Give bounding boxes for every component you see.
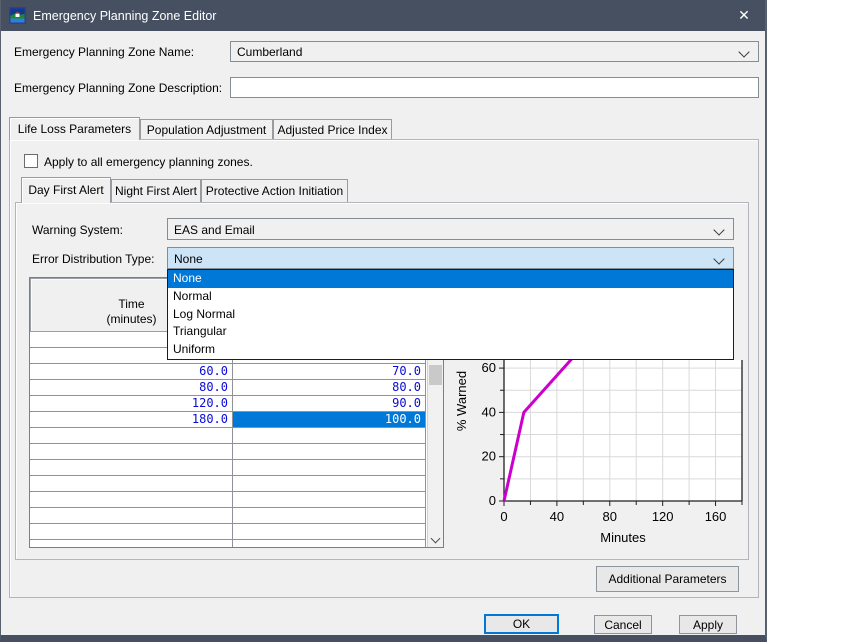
y-tick-label: 60 (482, 360, 496, 375)
table-row: 180.0100.0 (30, 412, 426, 428)
error-distribution-label: Error Distribution Type: (32, 252, 155, 266)
table-cell[interactable] (233, 524, 426, 540)
warning-system-label: Warning System: (32, 223, 123, 237)
table-cell[interactable] (233, 444, 426, 460)
dropdown-option-normal[interactable]: Normal (168, 288, 733, 306)
table-row (30, 508, 426, 524)
table-cell[interactable] (30, 428, 233, 444)
chevron-down-icon (738, 46, 749, 57)
table-cell[interactable] (30, 444, 233, 460)
ok-button[interactable]: OK (484, 614, 559, 634)
table-cell[interactable]: 100.0 (233, 412, 426, 428)
table-cell[interactable] (30, 524, 233, 540)
table-cell[interactable]: 80.0 (233, 380, 426, 396)
additional-parameters-button[interactable]: Additional Parameters (596, 566, 739, 592)
app-icon (9, 7, 26, 24)
apply-all-label: Apply to all emergency planning zones. (44, 155, 253, 169)
zone-name-label: Emergency Planning Zone Name: (14, 45, 194, 59)
apply-button[interactable]: Apply (679, 615, 737, 634)
x-axis-title: Minutes (600, 530, 646, 545)
dropdown-option-triangular[interactable]: Triangular (168, 323, 733, 341)
table-cell[interactable] (30, 476, 233, 492)
close-icon[interactable]: ✕ (729, 4, 759, 27)
table-cell[interactable]: 90.0 (233, 396, 426, 412)
table-cell[interactable]: 120.0 (30, 396, 233, 412)
scrollbar-down-button[interactable] (428, 531, 443, 547)
error-distribution-combobox[interactable]: None (167, 247, 734, 269)
zone-description-label: Emergency Planning Zone Description: (14, 81, 222, 95)
x-tick-label: 40 (550, 509, 564, 524)
warning-system-value: EAS and Email (174, 223, 255, 237)
table-row (30, 444, 426, 460)
apply-all-checkbox[interactable] (24, 154, 38, 168)
table-row (30, 460, 426, 476)
dropdown-option-log-normal[interactable]: Log Normal (168, 306, 733, 324)
table-cell[interactable] (233, 460, 426, 476)
table-row (30, 428, 426, 444)
table-cell[interactable] (30, 460, 233, 476)
emergency-planning-zone-editor-dialog: Emergency Planning Zone Editor ✕ Emergen… (0, 0, 767, 642)
y-tick-label: 20 (482, 449, 496, 464)
tab-protective-action-initiation[interactable]: Protective Action Initiation (201, 179, 348, 202)
table-row: 80.080.0 (30, 380, 426, 396)
table-cell[interactable] (233, 428, 426, 444)
tab-population-adjustment[interactable]: Population Adjustment (140, 119, 273, 140)
table-cell[interactable]: 180.0 (30, 412, 233, 428)
dropdown-option-uniform[interactable]: Uniform (168, 341, 733, 359)
table-cell[interactable] (233, 476, 426, 492)
table-cell[interactable]: 70.0 (233, 364, 426, 380)
table-row: 60.070.0 (30, 364, 426, 380)
tab-day-first-alert[interactable]: Day First Alert (21, 177, 111, 203)
arrow-down-icon (431, 534, 441, 544)
x-tick-label: 120 (652, 509, 674, 524)
zone-name-combobox[interactable]: Cumberland (230, 41, 759, 62)
zone-name-value: Cumberland (237, 45, 302, 59)
table-row (30, 476, 426, 492)
warning-system-combobox[interactable]: EAS and Email (167, 218, 734, 240)
title-bar: Emergency Planning Zone Editor ✕ (1, 0, 765, 31)
y-tick-label: 40 (482, 404, 496, 419)
y-tick-label: 0 (489, 493, 496, 508)
error-distribution-listbox: NoneNormalLog NormalTriangularUniform (167, 269, 734, 360)
table-row (30, 540, 426, 548)
percent-warned-chart: 0 40 80 120 160 0 20 40 60 Minutes % Warned (456, 360, 756, 552)
tab-life-loss-parameters[interactable]: Life Loss Parameters (9, 117, 140, 140)
x-tick-label: 0 (500, 509, 507, 524)
x-tick-label: 80 (603, 509, 617, 524)
table-cell[interactable]: 80.0 (30, 380, 233, 396)
tab-night-first-alert[interactable]: Night First Alert (111, 179, 201, 202)
x-tick-label: 160 (705, 509, 727, 524)
table-row: 120.090.0 (30, 396, 426, 412)
window-title: Emergency Planning Zone Editor (33, 9, 216, 23)
table-cell[interactable] (233, 492, 426, 508)
tab-adjusted-price-index[interactable]: Adjusted Price Index (273, 119, 392, 140)
table-cell[interactable] (233, 540, 426, 548)
plot-area (504, 360, 742, 501)
y-axis-title: % Warned (456, 371, 469, 431)
table-cell[interactable] (233, 508, 426, 524)
scrollbar-thumb[interactable] (429, 365, 442, 385)
table-cell[interactable] (30, 492, 233, 508)
chevron-down-icon (713, 253, 724, 264)
warning-table-body: 15.040.060.070.080.080.0120.090.0180.010… (30, 332, 426, 548)
error-distribution-value: None (174, 252, 203, 266)
cancel-button[interactable]: Cancel (594, 615, 652, 634)
zone-description-input[interactable] (230, 77, 759, 98)
table-row (30, 492, 426, 508)
table-cell[interactable] (30, 540, 233, 548)
dropdown-option-none[interactable]: None (168, 270, 733, 288)
chevron-down-icon (713, 224, 724, 235)
table-row (30, 524, 426, 540)
table-cell[interactable]: 60.0 (30, 364, 233, 380)
table-cell[interactable] (30, 508, 233, 524)
